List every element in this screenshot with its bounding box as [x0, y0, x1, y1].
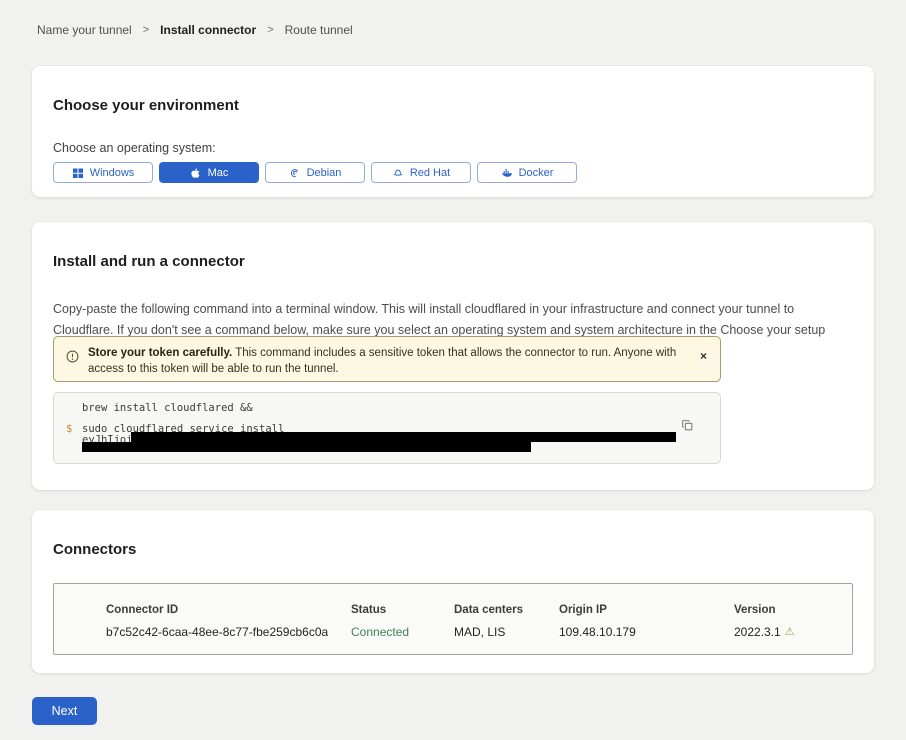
- os-button-label: Docker: [519, 167, 554, 179]
- os-button-label: Red Hat: [410, 167, 450, 179]
- connectors-table-header: Connector ID Status Data centers Origin …: [106, 604, 842, 616]
- column-header-connector-id: Connector ID: [106, 604, 351, 616]
- breadcrumb-name-your-tunnel[interactable]: Name your tunnel: [37, 23, 132, 37]
- os-button-windows[interactable]: Windows: [53, 162, 153, 183]
- docker-icon: [501, 167, 513, 179]
- os-button-label: Mac: [208, 167, 229, 179]
- redhat-icon: [392, 167, 404, 179]
- copy-icon[interactable]: [681, 419, 694, 432]
- os-button-docker[interactable]: Docker: [477, 162, 577, 183]
- windows-icon: [72, 167, 84, 179]
- code-line-brew: brew install cloudflared &&: [82, 402, 253, 414]
- os-button-label: Debian: [307, 167, 342, 179]
- connector-id-value: b7c52c42-6caa-48ee-8c77-fbe259cb6c0a: [106, 625, 351, 639]
- token-warning-text: Store your token carefully. This command…: [88, 345, 678, 377]
- column-header-origin-ip: Origin IP: [559, 604, 734, 616]
- column-header-status: Status: [351, 604, 454, 616]
- os-button-redhat[interactable]: Red Hat: [371, 162, 471, 183]
- column-header-data-centers: Data centers: [454, 604, 559, 616]
- token-redaction-bar: [82, 442, 531, 452]
- token-warning-banner: Store your token carefully. This command…: [53, 336, 721, 382]
- breadcrumb-separator: >: [267, 24, 273, 36]
- breadcrumb-route-tunnel[interactable]: Route tunnel: [285, 23, 353, 37]
- alert-circle-icon: [66, 350, 79, 363]
- os-button-debian[interactable]: Debian: [265, 162, 365, 183]
- version-number: 2022.3.1: [734, 625, 781, 639]
- token-warning-bold: Store your token carefully.: [88, 347, 232, 359]
- environment-card: Choose your environment Choose an operat…: [32, 66, 874, 197]
- breadcrumb: Name your tunnel > Install connector > R…: [37, 23, 353, 37]
- breadcrumb-separator: >: [143, 24, 149, 36]
- os-button-group: Windows Mac Debian Red Hat: [53, 162, 853, 183]
- next-button[interactable]: Next: [32, 697, 97, 725]
- warning-triangle-icon: ⚠: [785, 627, 795, 638]
- os-select-label: Choose an operating system:: [53, 141, 853, 155]
- connectors-table: Connector ID Status Data centers Origin …: [53, 583, 853, 655]
- status-badge: Connected: [351, 625, 454, 639]
- os-button-mac[interactable]: Mac: [159, 162, 259, 183]
- origin-ip-value: 109.48.10.179: [559, 625, 734, 639]
- data-centers-value: MAD, LIS: [454, 625, 559, 639]
- connectors-card-title: Connectors: [53, 541, 853, 558]
- apple-icon: [190, 167, 202, 179]
- shell-prompt: $: [66, 423, 72, 435]
- install-card: Install and run a connector Copy-paste t…: [32, 222, 874, 490]
- environment-card-title: Choose your environment: [53, 97, 853, 114]
- close-icon[interactable]: ×: [700, 350, 707, 362]
- column-header-version: Version: [734, 604, 842, 616]
- breadcrumb-install-connector[interactable]: Install connector: [160, 23, 256, 37]
- version-value: 2022.3.1 ⚠: [734, 625, 842, 639]
- table-row: b7c52c42-6caa-48ee-8c77-fbe259cb6c0a Con…: [106, 625, 842, 639]
- install-card-title: Install and run a connector: [53, 253, 853, 270]
- install-command-code-block: brew install cloudflared && $ sudo cloud…: [53, 392, 721, 464]
- os-button-label: Windows: [90, 167, 135, 179]
- connectors-card: Connectors Connector ID Status Data cent…: [32, 510, 874, 673]
- token-redaction-bar: [131, 432, 676, 442]
- debian-icon: [289, 167, 301, 179]
